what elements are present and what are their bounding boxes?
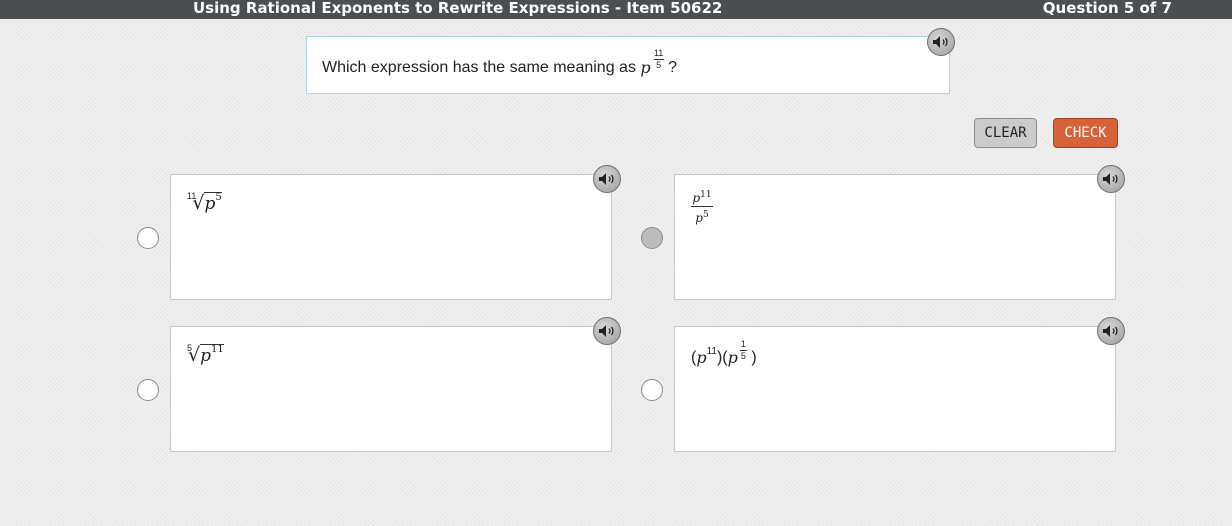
choice-c-radio[interactable] (137, 379, 159, 401)
speaker-icon[interactable] (927, 28, 955, 56)
question-exp-num: 11 (653, 48, 664, 58)
exponent: 11 (211, 344, 224, 355)
exponent-2: 15 (739, 339, 747, 361)
base: p (204, 194, 216, 214)
choice-d-card[interactable]: (p 11)(p 1 5 ) (674, 326, 1116, 452)
fraction: p11 p5 (691, 188, 713, 225)
question-prompt: Which expression has the same meaning as… (306, 36, 950, 94)
choice-a-radio[interactable] (137, 227, 159, 249)
choice-c-card[interactable]: 5√p11 (170, 326, 612, 452)
numerator-exponent: 11 (700, 190, 712, 200)
speaker-icon[interactable] (593, 317, 621, 345)
denominator-exponent: 5 (702, 210, 709, 220)
choice-b-card[interactable]: p11 p5 (674, 174, 1116, 300)
question-text: Which expression has the same meaning as… (322, 49, 677, 78)
question-mark: ? (668, 58, 677, 76)
question-counter: Question 5 of 7 (1042, 0, 1172, 17)
radical-icon: √ (188, 344, 201, 366)
check-button[interactable]: CHECK (1053, 118, 1118, 148)
numerator-base: p (692, 191, 701, 205)
question-exp-den: 5 (656, 60, 662, 70)
exponent: 5 (215, 192, 222, 203)
exp-num: 1 (740, 339, 746, 349)
speaker-icon[interactable] (1097, 317, 1125, 345)
choice-b-radio[interactable] (641, 227, 663, 249)
base: p (200, 346, 212, 366)
speaker-icon[interactable] (1097, 165, 1125, 193)
choice-d-expression: (p 11)(p 1 5 ) (691, 340, 757, 368)
base-1: p (696, 348, 707, 367)
clear-button[interactable]: CLEAR (974, 118, 1037, 148)
choice-a-card[interactable]: 11√p5 (170, 174, 612, 300)
choice-a-expression: 11√p5 (187, 191, 222, 214)
speaker-icon[interactable] (593, 165, 621, 193)
fraction-bar (691, 206, 713, 207)
close-paren: ) (751, 348, 757, 366)
question-exponent: 11 5 (653, 48, 664, 70)
question-base: p (640, 58, 651, 77)
choice-b-expression: p11 p5 (691, 187, 713, 225)
question-label: Which expression has the same meaning as (322, 58, 636, 76)
header-bar: Using Rational Exponents to Rewrite Expr… (0, 0, 1232, 19)
base-2: p (727, 348, 738, 367)
choice-c-expression: 5√p11 (187, 343, 224, 366)
radical-icon: √ (192, 192, 205, 214)
exponent-1: 11 (706, 346, 717, 357)
denominator-base: p (695, 211, 703, 225)
exp-den: 5 (740, 351, 746, 361)
choice-d-radio[interactable] (641, 379, 663, 401)
lesson-title: Using Rational Exponents to Rewrite Expr… (193, 0, 723, 17)
